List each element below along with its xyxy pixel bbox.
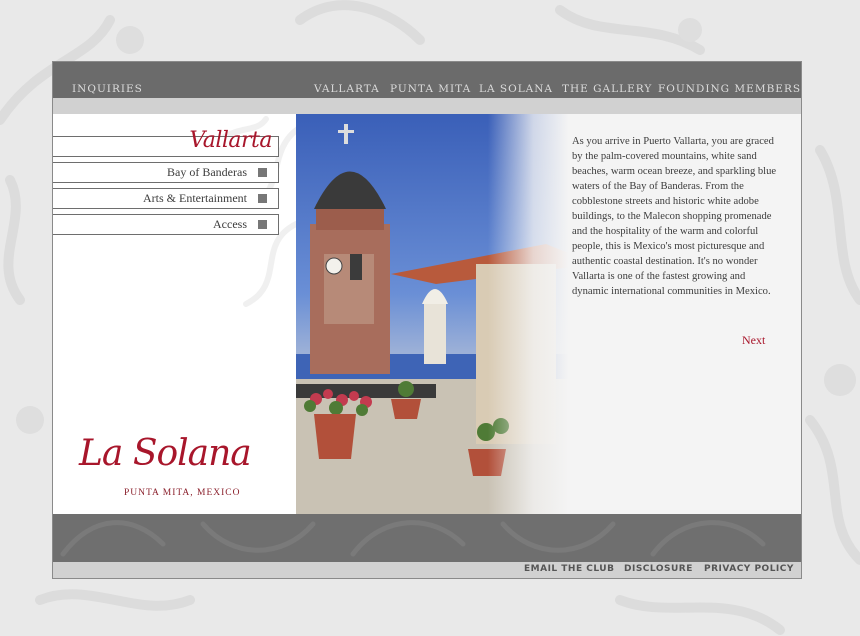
menu-item-label: Access [213,217,247,231]
footer-band [53,514,801,562]
menu-item-label: Bay of Banderas [167,165,247,179]
site-frame: INQUIRIES VALLARTA PUNTA MITA LA SOLANA … [52,61,802,579]
section-title: Vallarta [189,128,272,153]
footer-ornament [60,520,766,557]
menu-item-arts-entertainment[interactable]: Arts & Entertainment [53,188,279,209]
disclosure-link[interactable]: DISCLOSURE [624,564,693,574]
square-bullet-icon [258,168,267,177]
footer-links: EMAIL THE CLUB DISCLOSURE PRIVACY POLICY [53,562,801,578]
hero-photo: As you arrive in Puerto Vallarta, you ar… [296,114,801,514]
nav-subbar [53,98,801,114]
top-navigation: INQUIRIES VALLARTA PUNTA MITA LA SOLANA … [53,62,801,98]
nav-inquiries[interactable]: INQUIRIES [72,83,143,95]
nav-punta-mita[interactable]: PUNTA MITA [390,83,471,95]
email-club-link[interactable]: EMAIL THE CLUB [524,564,614,574]
menu-item-access[interactable]: Access [53,214,279,235]
la-solana-logo[interactable]: La Solana PUNTA MITA, MEXICO [79,433,275,499]
body-copy: As you arrive in Puerto Vallarta, you ar… [572,136,777,297]
logo-script: La Solana [79,433,252,474]
nav-gallery[interactable]: THE GALLERY [562,83,652,95]
square-bullet-icon [258,194,267,203]
menu-item-bay-of-banderas[interactable]: Bay of Banderas [53,162,279,183]
logo-location: PUNTA MITA, MEXICO [124,488,241,498]
privacy-policy-link[interactable]: PRIVACY POLICY [704,564,794,574]
menu-item-label: Arts & Entertainment [143,191,247,205]
nav-founding-members[interactable]: FOUNDING MEMBERS [658,83,801,95]
nav-la-solana[interactable]: LA SOLANA [479,83,553,95]
section-heading: Vallarta [53,128,279,157]
left-panel: Vallarta Bay of Banderas Arts & Entertai… [53,114,296,514]
next-link[interactable]: Next [742,333,765,348]
square-bullet-icon [258,220,267,229]
nav-vallarta[interactable]: VALLARTA [314,83,380,95]
